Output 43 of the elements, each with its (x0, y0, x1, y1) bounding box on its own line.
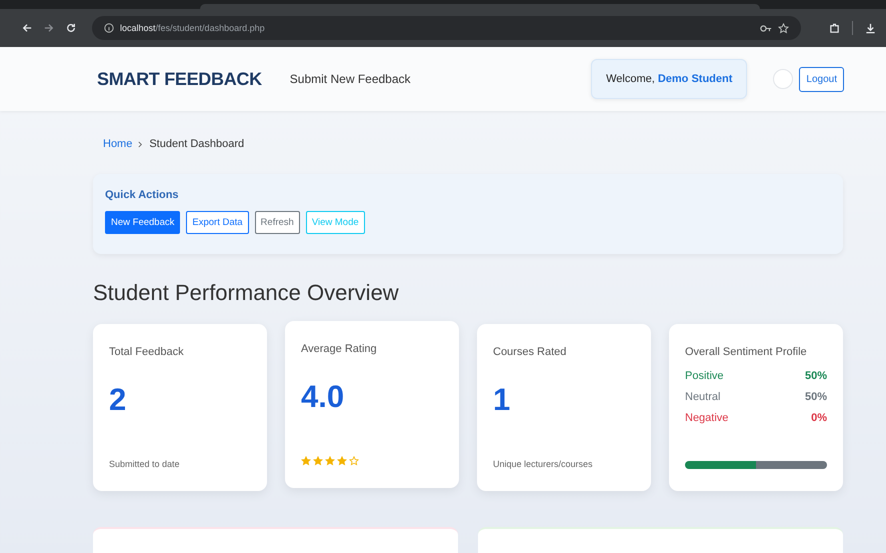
stat-value: 1 (493, 382, 512, 418)
star-filled-icon (313, 456, 323, 466)
theme-toggle[interactable] (773, 69, 794, 89)
address-bar[interactable]: localhost/fes/student/dashboard.php (92, 16, 801, 40)
sentiment-percent: 50% (804, 370, 827, 382)
key-icon[interactable] (760, 24, 772, 32)
action-button[interactable]: Refresh (254, 211, 300, 234)
star-outline-icon (349, 456, 359, 466)
card-title: Average Rating (301, 343, 378, 355)
download-icon[interactable] (865, 22, 876, 34)
breadcrumb-current: Student Dashboard (149, 138, 244, 150)
sentiment-label: Negative (685, 412, 728, 424)
panel-title: Quick Actions (105, 189, 180, 201)
action-button[interactable]: New Feedback (105, 211, 180, 234)
card-caption: Unique lecturers/courses (493, 459, 594, 469)
breadcrumb-link[interactable]: Home (103, 138, 132, 150)
card-title: Total Feedback (109, 346, 185, 358)
section-heading: Student Performance Overview (93, 279, 400, 307)
back-icon[interactable] (22, 23, 32, 33)
card-title: Courses Rated (493, 346, 568, 358)
sentiment-label: Positive (685, 370, 724, 382)
reload-icon[interactable] (66, 23, 76, 33)
card-caption: Submitted to date (109, 459, 181, 469)
brand-logo-text[interactable]: SMART FEEDBACK (97, 68, 262, 90)
sentiment-label: Neutral (685, 391, 720, 403)
chevron-icon (138, 140, 144, 148)
star-icon[interactable] (778, 22, 789, 34)
url-text: localhost/fes/student/dashboard.php (120, 23, 265, 33)
star-filled-icon (337, 456, 347, 466)
nav-link[interactable]: Submit New Feedback (290, 72, 411, 86)
sentiment-percent: 50% (804, 391, 827, 403)
star-filled-icon (301, 456, 311, 466)
stat-value: 2 (109, 382, 128, 418)
welcome-text: Welcome, Demo Student (606, 73, 732, 85)
stat-value: 4.0 (301, 379, 346, 415)
logout-button[interactable]: Logout (799, 66, 844, 92)
card-title: Overall Sentiment Profile (685, 346, 808, 358)
action-button[interactable]: Export Data (186, 211, 249, 234)
forward-icon[interactable] (44, 23, 54, 33)
info-icon (104, 23, 114, 33)
star-filled-icon (325, 456, 335, 466)
sentiment-percent: 0% (811, 412, 827, 424)
extensions-icon[interactable] (829, 22, 840, 34)
